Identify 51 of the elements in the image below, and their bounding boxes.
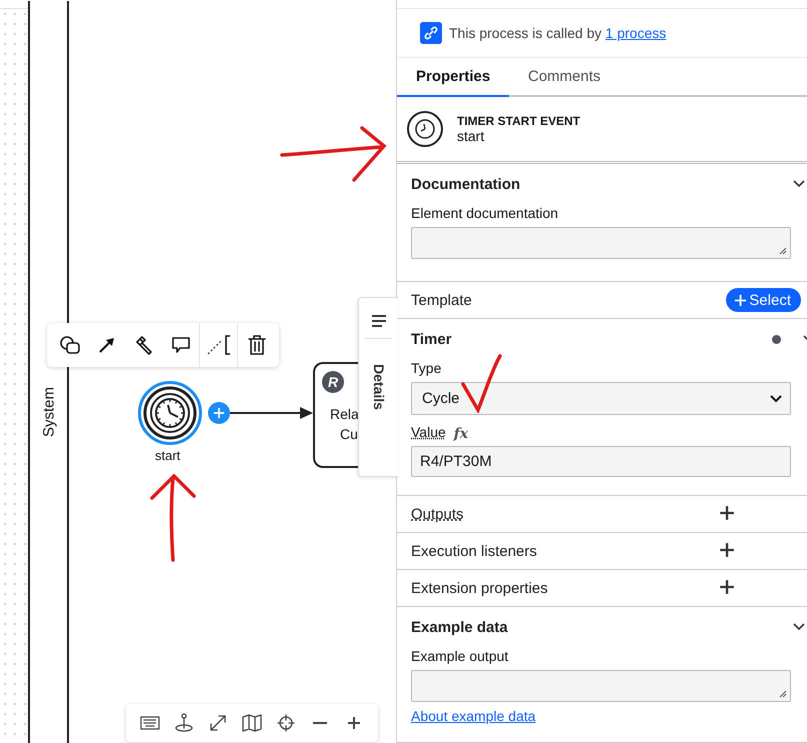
add-icon[interactable] xyxy=(719,505,737,523)
field-label: Element documentation xyxy=(411,205,558,221)
textarea-field[interactable] xyxy=(411,670,791,702)
lane-label: System xyxy=(40,387,57,437)
link-icon xyxy=(420,22,442,44)
clock-icon xyxy=(407,111,443,147)
plus-icon xyxy=(719,542,735,558)
add-icon[interactable] xyxy=(719,579,737,597)
timer-start-event[interactable] xyxy=(138,381,202,445)
element-type: TIMER START EVENT xyxy=(457,114,580,128)
task-label: Cu xyxy=(340,426,358,442)
field-label: Type xyxy=(411,360,442,376)
event-label: start xyxy=(155,448,180,463)
resize-handle-icon[interactable] xyxy=(779,247,787,255)
plus-icon xyxy=(719,505,735,521)
plus-icon xyxy=(213,407,225,419)
task-label: Rela xyxy=(330,406,359,422)
plus-icon xyxy=(719,579,735,595)
details-tab[interactable]: Details xyxy=(358,297,398,477)
input-field[interactable]: R4/PT30M xyxy=(411,446,791,477)
process-link[interactable]: 1 process xyxy=(605,25,666,42)
badge-icon: R xyxy=(322,371,344,393)
chevron-icon[interactable] xyxy=(793,178,805,190)
notice-text: This process is called by 1 process xyxy=(449,25,666,42)
section-title[interactable]: Execution listeners xyxy=(411,542,537,560)
section-title[interactable]: Outputs xyxy=(411,506,464,522)
section-title: Template xyxy=(411,292,472,308)
section-title[interactable]: Extension properties xyxy=(411,580,548,596)
section-title[interactable]: Example data xyxy=(411,618,508,636)
tab[interactable]: Properties xyxy=(397,58,509,97)
details-label: Details xyxy=(370,364,386,410)
textarea-field[interactable] xyxy=(411,227,791,259)
select-button[interactable]: Select xyxy=(726,288,801,312)
menu-icon xyxy=(372,315,386,327)
section-title[interactable]: Timer xyxy=(411,330,452,348)
tab[interactable]: Comments xyxy=(509,58,620,97)
element-name: start xyxy=(457,128,486,144)
fx-icon[interactable]: fx xyxy=(454,426,468,442)
chevron-icon[interactable] xyxy=(793,621,805,633)
add-icon[interactable] xyxy=(719,542,737,560)
task-shape[interactable]: R Rela Cu xyxy=(313,362,358,468)
link[interactable]: About example data xyxy=(411,708,536,724)
plus-icon xyxy=(347,716,361,730)
section-title[interactable]: Documentation xyxy=(411,176,520,192)
resize-handle-icon[interactable] xyxy=(779,690,787,698)
field-label: Example output xyxy=(411,648,508,664)
chevron-icon xyxy=(770,394,782,402)
plus-icon xyxy=(734,294,748,306)
annotation-checkmark-drawing xyxy=(461,353,503,413)
type-select[interactable]: Cycle xyxy=(411,382,791,415)
field-label: Value xyxy=(411,424,446,440)
